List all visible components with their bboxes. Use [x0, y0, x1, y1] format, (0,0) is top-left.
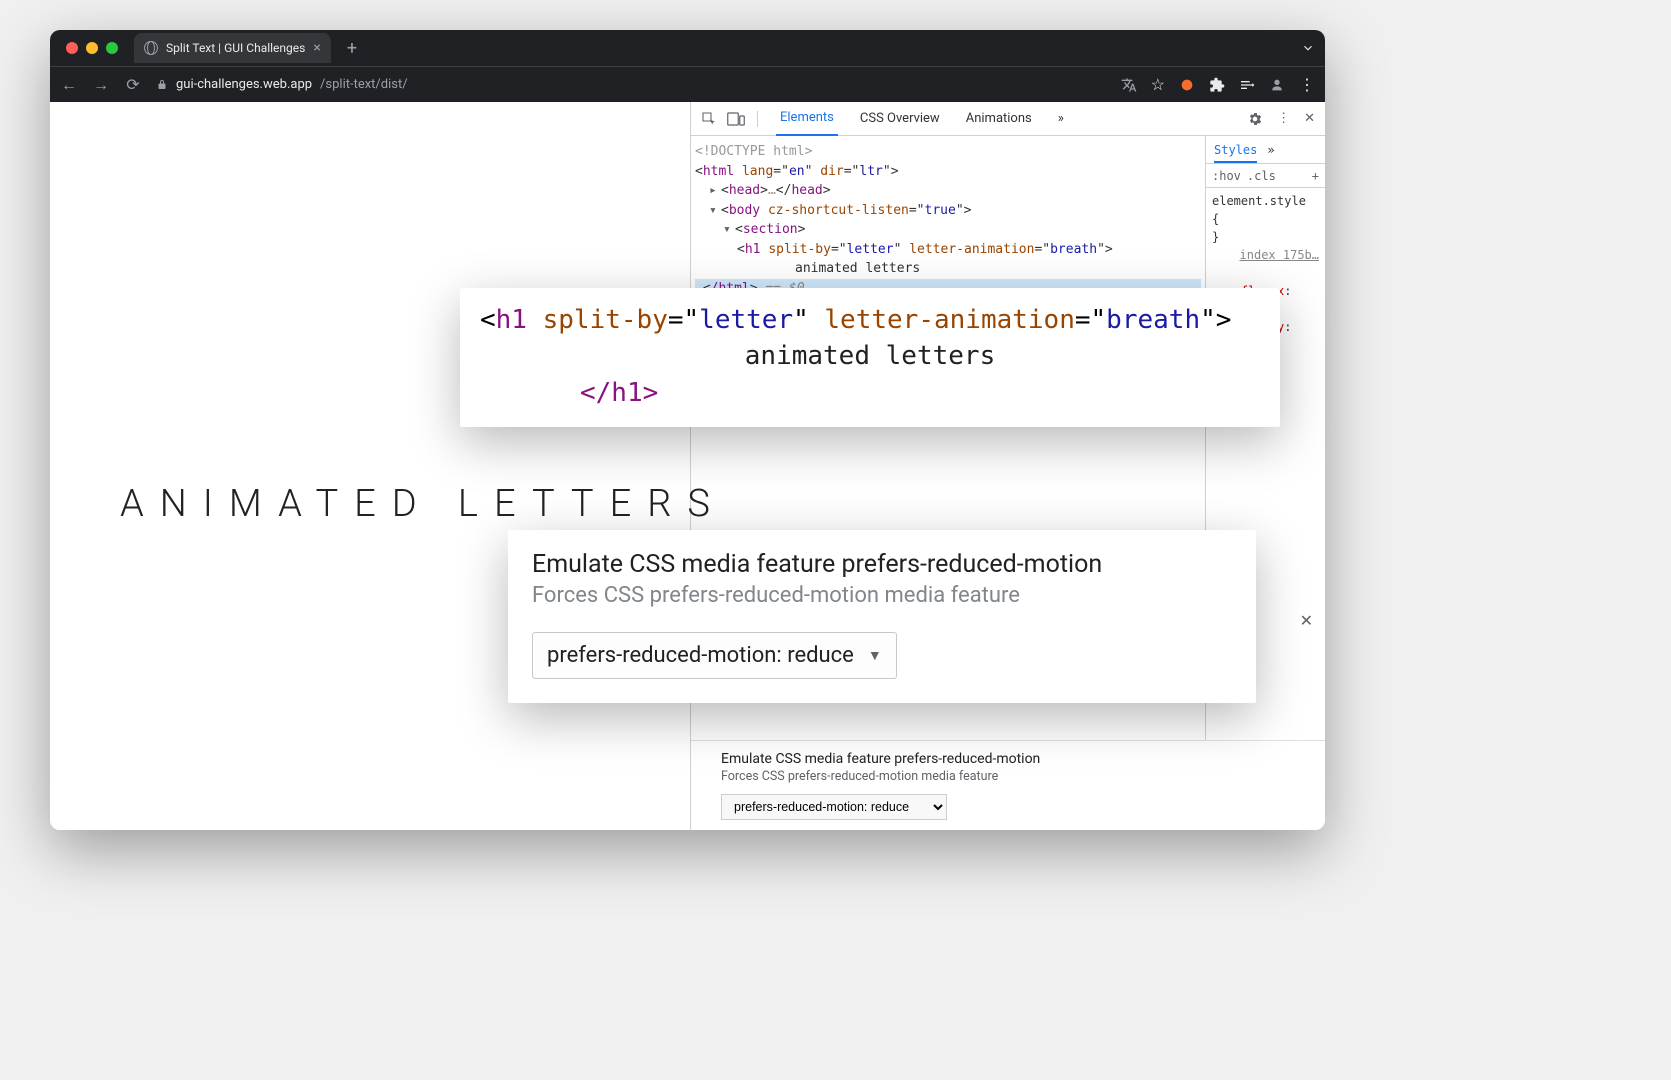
settings-gear-icon[interactable]	[1247, 111, 1263, 127]
styles-more[interactable]: »	[1267, 143, 1274, 157]
inspect-element-icon[interactable]	[701, 111, 717, 127]
rendering-subtitle: Forces CSS prefers-reduced-motion media …	[721, 769, 1295, 784]
drawer-close-icon[interactable]: ✕	[1300, 611, 1313, 630]
overlay-h1-open: <h1 split-by="letter" letter-animation="…	[480, 302, 1260, 338]
address-bar[interactable]: gui-challenges.web.app/split-text/dist/	[156, 77, 1107, 92]
overlay-render-select[interactable]: prefers-reduced-motion: reduce ▼	[532, 632, 897, 679]
url-path: /split-text/dist/	[320, 77, 408, 92]
new-tab-button[interactable]: +	[341, 38, 363, 59]
devtools-menu-icon[interactable]: ⋮	[1277, 111, 1290, 126]
extension-lighthouse-icon[interactable]	[1179, 77, 1195, 93]
element-style-open: element.style {	[1212, 192, 1319, 228]
tab-title: Split Text | GUI Challenges	[166, 41, 305, 55]
globe-icon	[144, 41, 158, 55]
dom-head[interactable]: ▸<head>…</head>	[695, 181, 1201, 201]
tab-strip: Split Text | GUI Challenges × +	[50, 30, 1325, 66]
profile-avatar-icon[interactable]	[1269, 77, 1285, 93]
dom-h1-text[interactable]: animated letters	[695, 259, 1201, 279]
overlay-rendering-card: Emulate CSS media feature prefers-reduce…	[508, 530, 1256, 703]
reload-button[interactable]: ⟳	[124, 75, 142, 94]
devtools-pick-tools	[701, 111, 758, 127]
caret-down-icon: ▼	[868, 647, 882, 664]
browser-tab[interactable]: Split Text | GUI Challenges ×	[134, 33, 331, 63]
content-area: ANIMATED LETTERS Elements CSS Overview A…	[50, 102, 1325, 830]
chrome-menu-icon[interactable]: ⋮	[1299, 75, 1315, 94]
styles-tabs: Styles »	[1206, 136, 1325, 164]
overlay-code-snippet: <h1 split-by="letter" letter-animation="…	[460, 288, 1280, 427]
tab-styles[interactable]: Styles	[1214, 143, 1257, 163]
dom-h1-open[interactable]: <h1 split-by="letter" letter-animation="…	[695, 240, 1201, 260]
overlay-render-title: Emulate CSS media feature prefers-reduce…	[532, 550, 1232, 579]
dom-html-open[interactable]: <html lang="en" dir="ltr">	[695, 162, 1201, 182]
tab-animations[interactable]: Animations	[962, 102, 1036, 136]
overlay-h1-text: animated letters	[480, 338, 1260, 374]
window-close[interactable]	[66, 42, 78, 54]
rendering-title: Emulate CSS media feature prefers-reduce…	[721, 751, 1295, 767]
element-style-close: }	[1212, 228, 1319, 246]
rendering-drawer: Emulate CSS media feature prefers-reduce…	[691, 740, 1325, 830]
rendering-select[interactable]: prefers-reduced-motion: reduce	[721, 794, 947, 820]
dom-doctype: <!DOCTYPE html>	[695, 142, 1201, 162]
forward-button[interactable]: →	[92, 75, 110, 95]
bookmark-star-icon[interactable]: ☆	[1151, 75, 1165, 94]
tab-css-overview[interactable]: CSS Overview	[856, 102, 944, 136]
rendered-page: ANIMATED LETTERS	[50, 102, 690, 830]
tabs-overflow[interactable]: »	[1054, 102, 1068, 136]
browser-window: Split Text | GUI Challenges × + ← → ⟳ gu…	[50, 30, 1325, 830]
window-zoom[interactable]	[106, 42, 118, 54]
browser-chrome: Split Text | GUI Challenges × + ← → ⟳ gu…	[50, 30, 1325, 102]
lock-icon	[156, 79, 168, 91]
styles-filter-bar: :hov .cls +	[1206, 164, 1325, 188]
browser-toolbar: ← → ⟳ gui-challenges.web.app/split-text/…	[50, 66, 1325, 102]
hov-toggle[interactable]: :hov	[1212, 169, 1241, 183]
rule-source[interactable]: index 175b…	[1212, 246, 1319, 264]
back-button[interactable]: ←	[60, 75, 78, 95]
dom-body-open[interactable]: ▾<body cz-shortcut-listen="true">	[695, 201, 1201, 221]
tab-overflow-icon[interactable]	[1301, 41, 1315, 55]
toolbar-icons: ☆ ⋮	[1121, 75, 1315, 94]
devtools-right-controls: ⋮ ✕	[1247, 111, 1315, 127]
cls-toggle[interactable]: .cls	[1247, 169, 1276, 183]
overlay-render-selected: prefers-reduced-motion: reduce	[547, 643, 854, 668]
devtools-close-icon[interactable]: ✕	[1304, 111, 1315, 126]
reading-list-icon[interactable]	[1239, 77, 1255, 93]
overlay-h1-close: </h1>	[480, 375, 1260, 411]
tab-close-icon[interactable]: ×	[313, 40, 320, 56]
device-toolbar-icon[interactable]	[727, 112, 745, 126]
window-controls	[60, 42, 124, 54]
page-heading: ANIMATED LETTERS	[120, 482, 726, 526]
translate-icon[interactable]	[1121, 77, 1137, 93]
overlay-render-subtitle: Forces CSS prefers-reduced-motion media …	[532, 583, 1232, 608]
tab-elements[interactable]: Elements	[776, 102, 838, 136]
dom-section[interactable]: ▾<section>	[695, 220, 1201, 240]
new-style-rule-icon[interactable]: +	[1312, 169, 1319, 183]
url-host: gui-challenges.web.app	[176, 77, 312, 92]
extensions-puzzle-icon[interactable]	[1209, 77, 1225, 93]
window-minimize[interactable]	[86, 42, 98, 54]
devtools-panel: Elements CSS Overview Animations » ⋮ ✕ <…	[690, 102, 1325, 830]
devtools-tabs: Elements CSS Overview Animations » ⋮ ✕	[691, 102, 1325, 136]
